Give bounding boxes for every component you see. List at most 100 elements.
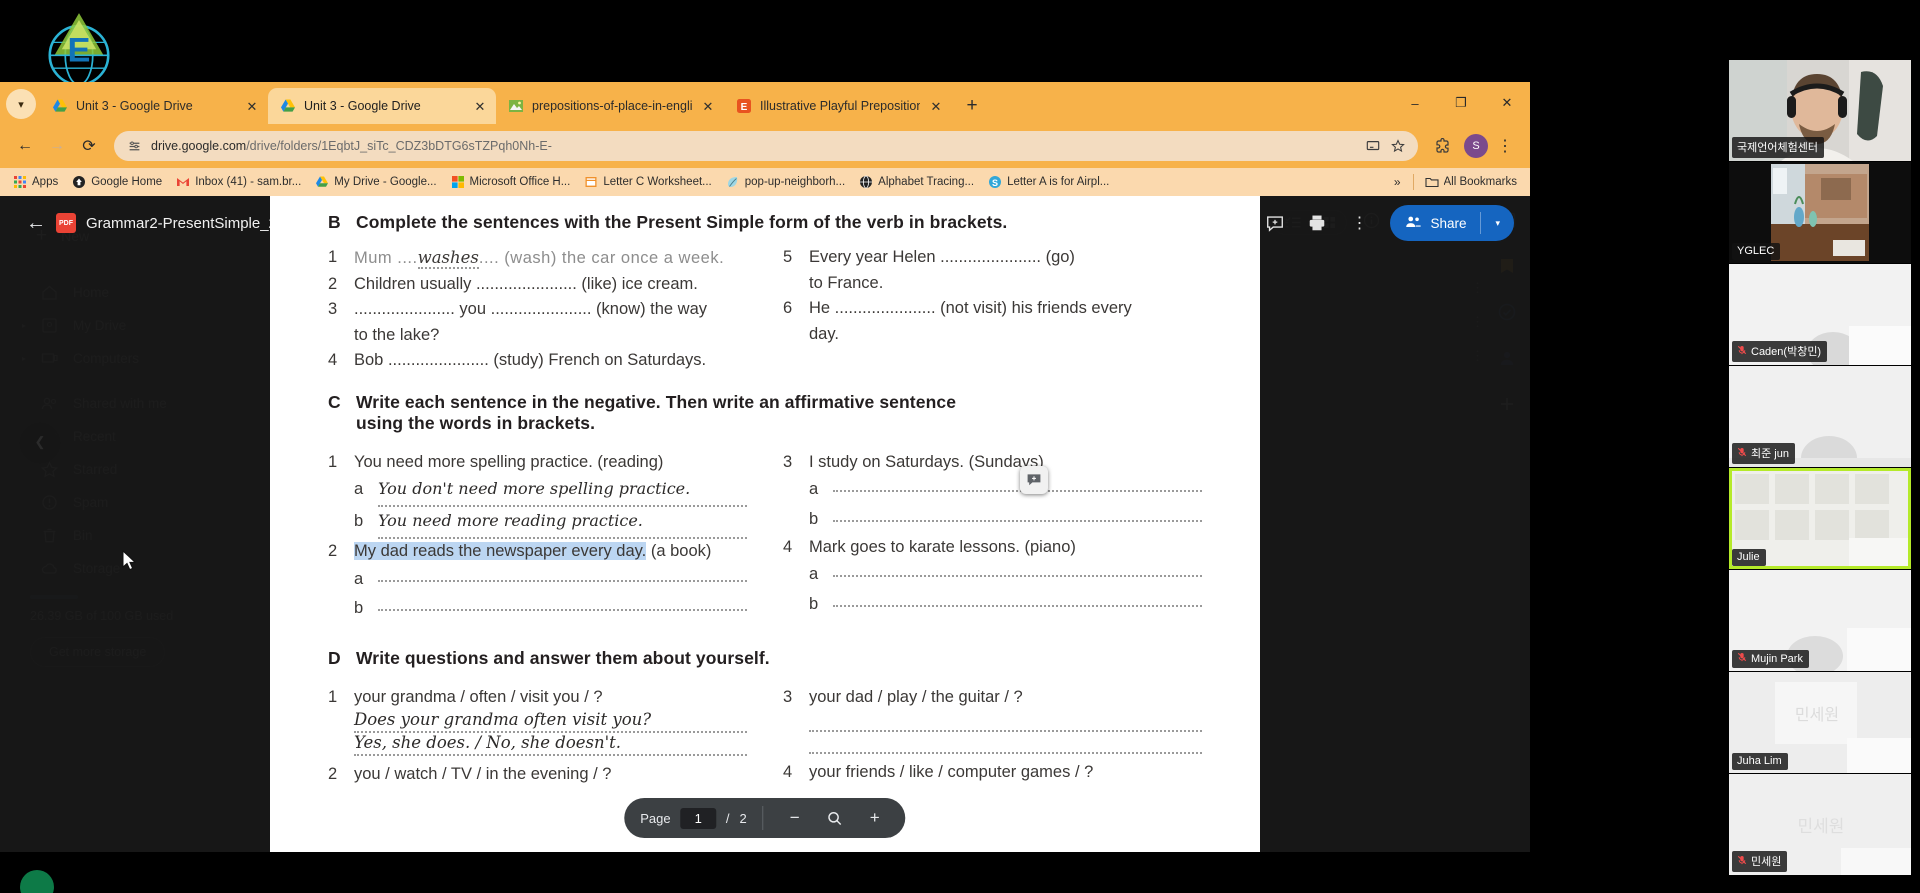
profile-avatar[interactable]: S [1464, 134, 1488, 158]
participant-name: Juha Lim [1737, 755, 1782, 767]
new-tab-button[interactable]: + [958, 92, 986, 120]
answer-label: b [354, 599, 364, 618]
question-number: 4 [328, 351, 338, 370]
globe-icon [859, 175, 873, 189]
bookmark-microsoft-office[interactable]: Microsoft Office H... [444, 172, 578, 192]
section-c-heading: C Write each sentence in the negative. T… [328, 392, 1202, 434]
bookmark-pop-up-neighborhood[interactable]: pop-up-neighborh... [719, 172, 852, 192]
participant-name: 민세원 [1751, 856, 1782, 868]
page-navigation: Page 1 / 2 − + [624, 798, 906, 838]
bookmarks-overflow-button[interactable]: » [1386, 172, 1409, 192]
section-letter: C [328, 391, 341, 412]
bookmarks-bar: Apps Google Home Inbox (41) - sam.br... [0, 168, 1530, 196]
bookmark-my-drive[interactable]: My Drive - Google... [308, 172, 443, 192]
answer-c1a: a You don't need more spelling practice. [328, 475, 747, 508]
answer-c2a: a [328, 565, 747, 595]
all-bookmarks-button[interactable]: All Bookmarks [1418, 172, 1525, 192]
question-post: .... (wash) the car once a week. [478, 249, 725, 267]
address-bar[interactable]: drive.google.com/drive/folders/1EqbtJ_si… [114, 131, 1418, 161]
blank-line [809, 710, 1202, 733]
bookmark-label: Google Home [91, 176, 163, 188]
bookmark-alphabet-tracing[interactable]: Alphabet Tracing... [852, 172, 981, 192]
image-file-icon [508, 98, 524, 114]
participant-name-label: Julie [1732, 549, 1766, 566]
mic-muted-icon [1737, 447, 1747, 460]
section-d: D Write questions and answer them about … [328, 648, 1202, 788]
google-drive-icon [280, 98, 296, 114]
bookmark-google-home[interactable]: Google Home [65, 172, 169, 192]
site-settings-icon[interactable] [126, 138, 142, 154]
cast-icon[interactable] [1365, 138, 1381, 154]
answer-c4a: a [783, 560, 1202, 590]
answer-label: a [354, 480, 364, 499]
back-button[interactable]: ← [10, 131, 40, 161]
svg-text:민세원: 민세원 [1798, 817, 1845, 836]
participant-tile[interactable]: 민세원 Juha Lim [1729, 672, 1911, 773]
bookmark-letter-c-worksheet[interactable]: Letter C Worksheet... [577, 172, 718, 192]
pdf-page[interactable]: 4 do ...................... 8 try [270, 196, 1260, 852]
participant-name: 국제언어체험센터 [1737, 142, 1818, 154]
participant-tile[interactable]: YGLEC [1729, 162, 1911, 263]
forward-button[interactable]: → [42, 131, 72, 161]
page-number-input[interactable]: 1 [680, 807, 716, 829]
answer-c2b: b [328, 594, 747, 624]
tab-illustrative-prepositions[interactable]: E Illustrative Playful Prepositions ✕ [724, 88, 952, 124]
tab-close-icon[interactable]: ✕ [472, 98, 488, 114]
tab-unit3-drive-1[interactable]: Unit 3 - Google Drive ✕ [40, 88, 268, 124]
zoom-in-button[interactable]: + [860, 803, 890, 833]
minimize-button[interactable]: – [1392, 88, 1438, 118]
participant-tile[interactable]: 최준 jun [1729, 366, 1911, 467]
question-d4: 4 your friends / like / computer games /… [783, 760, 1202, 786]
question-b1: 1 Mum ....washes.... (wash) the car once… [328, 245, 747, 272]
section-heading-text: Write questions and answer them about yo… [356, 647, 770, 668]
maximize-button[interactable]: ❐ [1438, 88, 1484, 118]
preview-stage: 4 do ...................... 8 try [0, 196, 1530, 852]
tab-close-icon[interactable]: ✕ [244, 98, 260, 114]
question-c2[interactable]: 2 My dad reads the newspaper every day. … [328, 539, 747, 565]
tab-unit3-drive-2[interactable]: Unit 3 - Google Drive ✕ [268, 88, 496, 124]
answer-c3a: a [783, 475, 1202, 505]
add-comment-fab[interactable] [1020, 466, 1048, 494]
bookmark-apps[interactable]: Apps [6, 172, 65, 192]
bookmark-label: pop-up-neighborh... [744, 176, 846, 188]
section-d-left-column: 1 your grandma / often / visit you / ? D… [328, 685, 747, 788]
video-conference-panel: 국제언어체험센터 YGLEC Caden(박창민) 최준 jun Julie M… [1720, 60, 1920, 893]
three-dot-menu-icon[interactable]: ⋮ [1490, 131, 1520, 161]
tab-close-icon[interactable]: ✕ [700, 98, 716, 114]
participant-tile[interactable]: 국제언어체험센터 [1729, 60, 1911, 161]
section-b-heading: B Complete the sentences with the Presen… [328, 212, 1202, 233]
all-bookmarks-label: All Bookmarks [1443, 176, 1518, 188]
participant-name: 최준 jun [1751, 448, 1789, 460]
close-window-button[interactable]: ✕ [1484, 88, 1530, 118]
tab-search-icon[interactable]: ▾ [6, 89, 36, 119]
tab-prepositions-image[interactable]: prepositions-of-place-in-engli ✕ [496, 88, 724, 124]
extensions-icon[interactable] [1428, 131, 1458, 161]
answer-label: a [354, 569, 364, 588]
magnifier-icon[interactable] [820, 803, 850, 833]
participant-tile[interactable]: Caden(박창민) [1729, 264, 1911, 365]
section-b-right-column: 5 Every year Helen .....................… [783, 245, 1202, 374]
google-drive-icon [52, 98, 68, 114]
zoom-out-button[interactable]: − [780, 803, 810, 833]
answer-c3b: b [783, 505, 1202, 535]
participant-tile-active-speaker[interactable]: Julie [1729, 468, 1911, 569]
participant-tile[interactable]: 민세원 민세원 [1729, 774, 1911, 875]
canva-icon: E [736, 98, 752, 114]
star-icon[interactable] [1390, 138, 1406, 154]
participant-name: YGLEC [1737, 245, 1775, 257]
question-text: Every year Helen ...................... … [809, 248, 1075, 266]
tab-close-icon[interactable]: ✕ [928, 98, 944, 114]
google-home-icon [72, 175, 86, 189]
participant-name-label: 국제언어체험센터 [1732, 137, 1824, 158]
answer-c4b: b [783, 590, 1202, 620]
question-text: He ...................... (not visit) hi… [809, 299, 1132, 318]
bookmark-label: Microsoft Office H... [469, 176, 571, 188]
answer-label: b [809, 595, 819, 613]
svg-text:민세원: 민세원 [1795, 706, 1839, 724]
participant-tile[interactable]: Mujin Park [1729, 570, 1911, 671]
bookmark-letter-a-airplane[interactable]: S Letter A is for Airpl... [981, 172, 1116, 192]
reload-button[interactable]: ⟳ [74, 131, 104, 161]
total-pages: 2 [739, 810, 747, 826]
section-c-left-column: 1 You need more spelling practice. (read… [328, 450, 747, 624]
bookmark-inbox[interactable]: Inbox (41) - sam.br... [169, 172, 308, 192]
